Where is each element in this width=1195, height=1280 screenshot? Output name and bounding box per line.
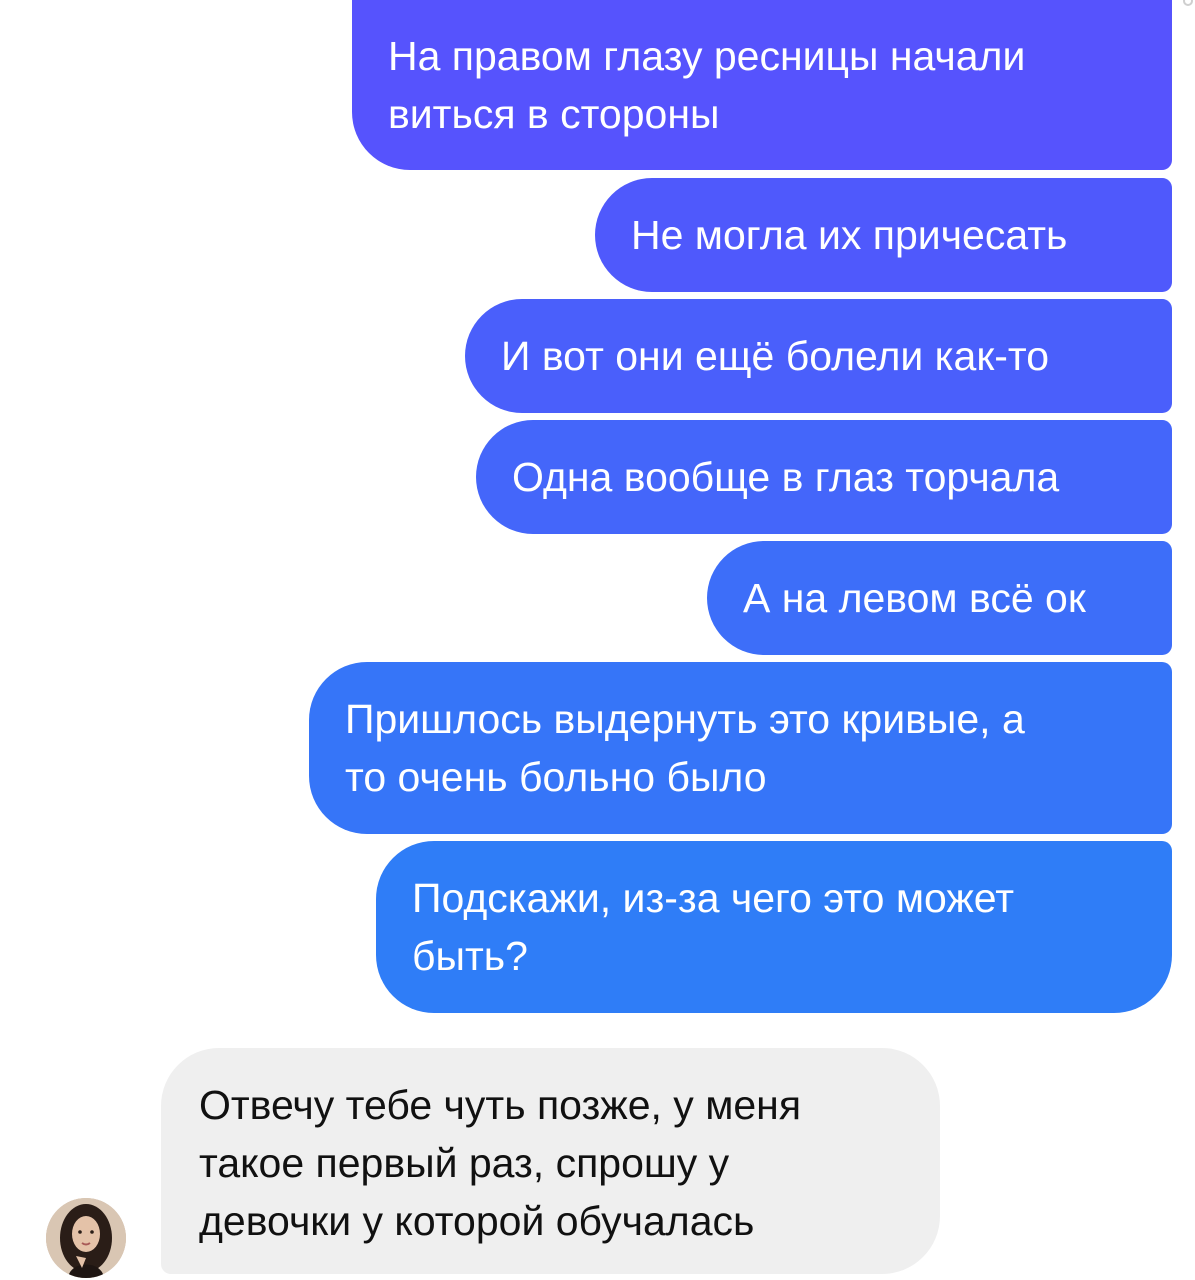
message-line: Отвечу тебе чуть позже, у меня <box>199 1082 802 1128</box>
message-line: девочки у которой обучалась <box>199 1198 755 1244</box>
corner-indicator-icon <box>1183 0 1193 6</box>
message-bubble-incoming[interactable]: Отвечу тебе чуть позже, у меня такое пер… <box>161 1048 940 1274</box>
message-bubble-outgoing[interactable]: Одна вообще в глаз торчала <box>476 420 1172 534</box>
message-bubble-outgoing[interactable]: Не могла их причесать <box>595 178 1172 292</box>
message-bubble-outgoing[interactable]: А на левом всё ок <box>707 541 1172 655</box>
message-line: Не могла их причесать <box>631 212 1068 258</box>
message-line: И вот они ещё болели как-то <box>501 333 1050 379</box>
message-line: быть? <box>412 933 528 979</box>
message-line: такое первый раз, спрошу у <box>199 1140 730 1186</box>
message-line: Одна вообще в глаз торчала <box>512 454 1060 500</box>
message-bubble-outgoing[interactable]: На правом глазу ресницы начали виться в … <box>352 0 1172 170</box>
message-line: Пришлось выдернуть это кривые, а <box>345 696 1025 742</box>
avatar-photo-icon <box>46 1198 126 1278</box>
message-line: А на левом всё ок <box>743 575 1086 621</box>
message-line: то очень больно было <box>345 754 767 800</box>
message-line: виться в стороны <box>388 91 720 137</box>
message-bubble-outgoing[interactable]: Пришлось выдернуть это кривые, а то очен… <box>309 662 1172 834</box>
message-line: На правом глазу ресницы начали <box>388 33 1026 79</box>
message-line: Подскажи, из-за чего это может <box>412 875 1015 921</box>
message-bubble-outgoing[interactable]: Подскажи, из-за чего это может быть? <box>376 841 1172 1013</box>
message-bubble-outgoing[interactable]: И вот они ещё болели как-то <box>465 299 1172 413</box>
user-avatar-icon[interactable] <box>46 1198 126 1278</box>
